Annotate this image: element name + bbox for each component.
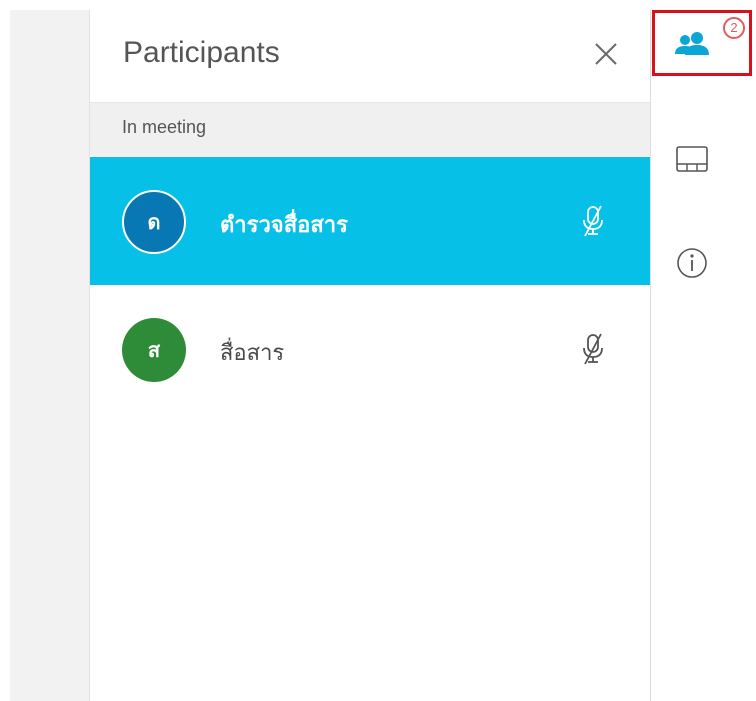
participant-name: ตำรวจสื่อสาร: [220, 213, 348, 238]
close-panel-button[interactable]: [588, 36, 624, 72]
right-side-rail: 2: [652, 10, 756, 701]
panel-header: Participants: [90, 10, 650, 103]
section-label: In meeting: [122, 117, 207, 137]
info-icon: [677, 248, 707, 278]
layout-icon: [676, 146, 708, 172]
layout-button[interactable]: [652, 126, 752, 192]
participant-row[interactable]: ด ตำรวจสื่อสาร: [90, 157, 650, 285]
muted-mic-icon[interactable]: [582, 204, 604, 238]
participants-button[interactable]: 2: [652, 10, 752, 76]
participants-panel: Participants In meeting ด ตำรวจสื่อสาร ส…: [90, 10, 651, 701]
main-content-area: [10, 10, 90, 701]
info-button[interactable]: [652, 230, 752, 296]
people-icon: [675, 32, 709, 55]
window-edge: [0, 0, 10, 701]
participant-name: สื่อสาร: [220, 341, 285, 366]
avatar: ส: [122, 318, 186, 382]
close-icon: [595, 43, 617, 65]
participant-row[interactable]: ส สื่อสาร: [90, 285, 650, 413]
participants-count-badge: 2: [723, 17, 745, 39]
avatar: ด: [122, 190, 186, 254]
panel-title: Participants: [123, 36, 280, 69]
in-meeting-section-header: In meeting: [90, 103, 650, 156]
muted-mic-icon[interactable]: [582, 332, 604, 366]
